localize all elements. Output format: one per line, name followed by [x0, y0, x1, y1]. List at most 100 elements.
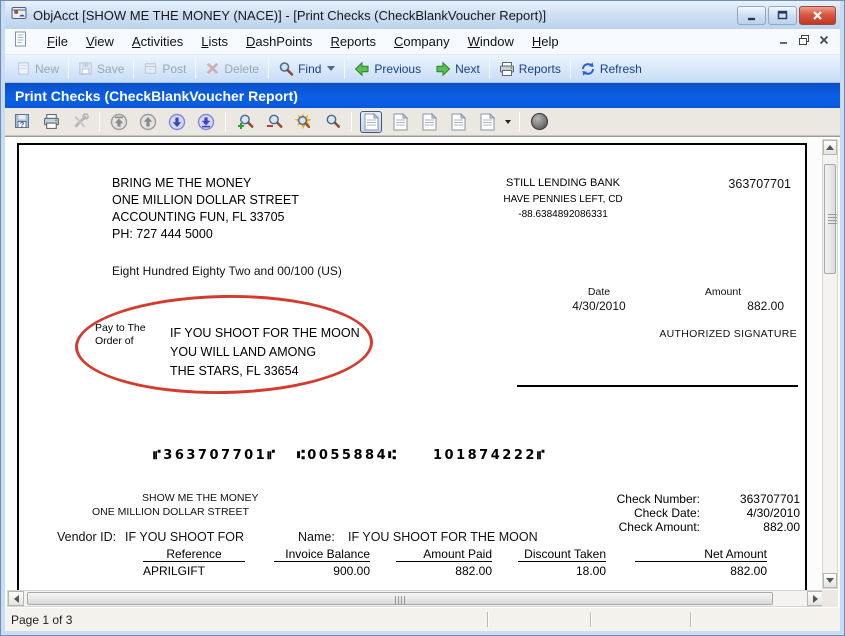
zoom-wizard-icon[interactable] — [292, 111, 314, 133]
statusbar-divider — [487, 612, 489, 627]
amount-in-words: Eight Hundred Eighty Two and 00/100 (US) — [112, 264, 342, 278]
thumb-grip — [828, 214, 837, 224]
report-title-bar: Print Checks (CheckBlankVoucher Report) — [5, 83, 840, 108]
amount-label: Amount — [683, 286, 763, 298]
vertical-scroll-thumb[interactable] — [824, 164, 836, 274]
company-address: BRING ME THE MONEY ONE MILLION DOLLAR ST… — [112, 175, 299, 243]
report-viewer: BRING ME THE MONEY ONE MILLION DOLLAR ST… — [5, 136, 840, 607]
previous-button[interactable]: Previous — [347, 59, 428, 79]
micr-check-number: ⑈363707701⑈ — [153, 448, 278, 463]
bank-info: STILL LENDING BANK HAVE PENNIES LEFT, CD… — [483, 177, 643, 220]
menu-lists[interactable]: Lists — [192, 31, 237, 52]
check-number-value: 363707701 — [674, 492, 800, 506]
page-layout-2-icon[interactable] — [389, 111, 411, 133]
delete-icon — [205, 61, 220, 76]
next-page-icon[interactable] — [166, 111, 188, 133]
menu-reports[interactable]: Reports — [321, 31, 385, 52]
page-layout-4-icon[interactable] — [447, 111, 469, 133]
page-layout-5-icon[interactable] — [476, 111, 498, 133]
toolbar-separator — [195, 59, 196, 79]
next-button[interactable]: Next — [428, 59, 487, 79]
zoom-out-icon[interactable] — [263, 111, 285, 133]
window-title: ObjAcct [SHOW ME THE MONEY (NACE)] - [Pr… — [33, 8, 737, 23]
vertical-scrollbar[interactable] — [822, 139, 838, 589]
zoom-icon[interactable] — [321, 111, 343, 133]
report-toolbar: ? — [5, 108, 840, 136]
export-icon[interactable]: ? — [11, 111, 33, 133]
refresh-button[interactable]: Refresh — [573, 59, 649, 79]
report-title: Print Checks (CheckBlankVoucher Report) — [15, 88, 298, 104]
find-dropdown-icon[interactable] — [327, 66, 335, 71]
horizontal-scroll-thumb[interactable] — [27, 592, 773, 605]
toolbar-separator — [133, 59, 134, 79]
statusbar-divider — [590, 612, 592, 627]
close-button[interactable] — [799, 6, 836, 25]
menu-window[interactable]: Window — [459, 31, 523, 52]
printer-icon — [499, 61, 515, 77]
micr-account: 101874222⑈ — [433, 448, 547, 463]
maximize-button[interactable] — [768, 6, 797, 25]
mdi-close-icon[interactable] — [818, 33, 830, 51]
menu-company[interactable]: Company — [385, 31, 459, 52]
layout-dropdown-icon[interactable] — [505, 120, 511, 124]
arrow-right-icon — [435, 61, 451, 77]
first-page-icon[interactable] — [108, 111, 130, 133]
authorized-signature-label: AUTHORIZED SIGNATURE — [577, 328, 797, 340]
delete-button[interactable]: Delete — [198, 59, 266, 78]
cell-discount-taken: 18.00 — [518, 564, 606, 578]
horizontal-scrollbar[interactable] — [7, 590, 824, 607]
micr-routing: ⑆0055884⑆ — [297, 448, 398, 463]
toolbar-separator — [68, 59, 69, 79]
col-header-discount-taken: Discount Taken — [518, 547, 606, 562]
last-page-icon[interactable] — [195, 111, 217, 133]
check-date-value: 4/30/2010 — [674, 506, 800, 520]
amount-value: 882.00 — [669, 299, 784, 313]
thumb-grip — [395, 596, 405, 605]
scroll-left-button[interactable] — [8, 591, 24, 606]
new-icon — [16, 61, 31, 76]
col-header-amount-paid: Amount Paid — [396, 547, 492, 562]
col-header-reference: Reference — [143, 547, 245, 562]
status-bar: Page 1 of 3 — [5, 607, 840, 631]
menu-help[interactable]: Help — [523, 31, 568, 52]
print-setup-icon[interactable] — [69, 111, 91, 133]
check-amount-value: 882.00 — [674, 520, 800, 534]
reports-button[interactable]: Reports — [492, 59, 568, 79]
document-icon[interactable] — [13, 31, 28, 52]
scroll-right-button[interactable] — [807, 591, 823, 606]
arrow-left-icon — [14, 595, 19, 603]
cell-reference: APRILGIFT — [143, 564, 245, 578]
save-button[interactable]: Save — [71, 59, 131, 78]
check-number-top: 363707701 — [671, 177, 791, 191]
toolbar-separator — [268, 59, 269, 79]
col-header-invoice-balance: Invoice Balance — [274, 547, 370, 562]
stop-icon[interactable] — [528, 111, 550, 133]
post-icon — [143, 61, 158, 76]
toolbar-separator — [99, 112, 100, 132]
print-icon[interactable] — [40, 111, 62, 133]
menu-view[interactable]: View — [77, 31, 123, 52]
titlebar[interactable]: ObjAcct [SHOW ME THE MONEY (NACE)] - [Pr… — [5, 1, 840, 29]
menu-dashpoints[interactable]: DashPoints — [237, 31, 321, 52]
zoom-in-icon[interactable] — [234, 111, 256, 133]
arrow-left-icon — [354, 61, 370, 77]
scroll-up-button[interactable] — [823, 140, 837, 155]
arrow-down-icon — [826, 578, 834, 583]
mdi-restore-icon[interactable] — [798, 33, 810, 51]
scroll-down-button[interactable] — [823, 573, 837, 588]
minimize-button[interactable] — [737, 6, 766, 25]
toolbar-separator — [519, 112, 520, 132]
page-layout-3-icon[interactable] — [418, 111, 440, 133]
menubar: File View Activities Lists DashPoints Re… — [5, 29, 840, 55]
previous-page-icon[interactable] — [137, 111, 159, 133]
post-button[interactable]: Post — [136, 59, 193, 78]
main-toolbar: New Save Post Delete Find Previous Next — [5, 55, 840, 83]
page-layout-1-icon[interactable] — [360, 111, 382, 133]
find-button[interactable]: Find — [271, 59, 342, 79]
name-value: IF YOU SHOOT FOR THE MOON — [348, 530, 538, 544]
menu-activities[interactable]: Activities — [123, 31, 192, 52]
menu-file[interactable]: File — [38, 31, 77, 52]
stub-company-line2: ONE MILLION DOLLAR STREET — [92, 506, 249, 518]
new-button[interactable]: New — [9, 59, 66, 78]
mdi-minimize-icon[interactable] — [778, 33, 790, 51]
